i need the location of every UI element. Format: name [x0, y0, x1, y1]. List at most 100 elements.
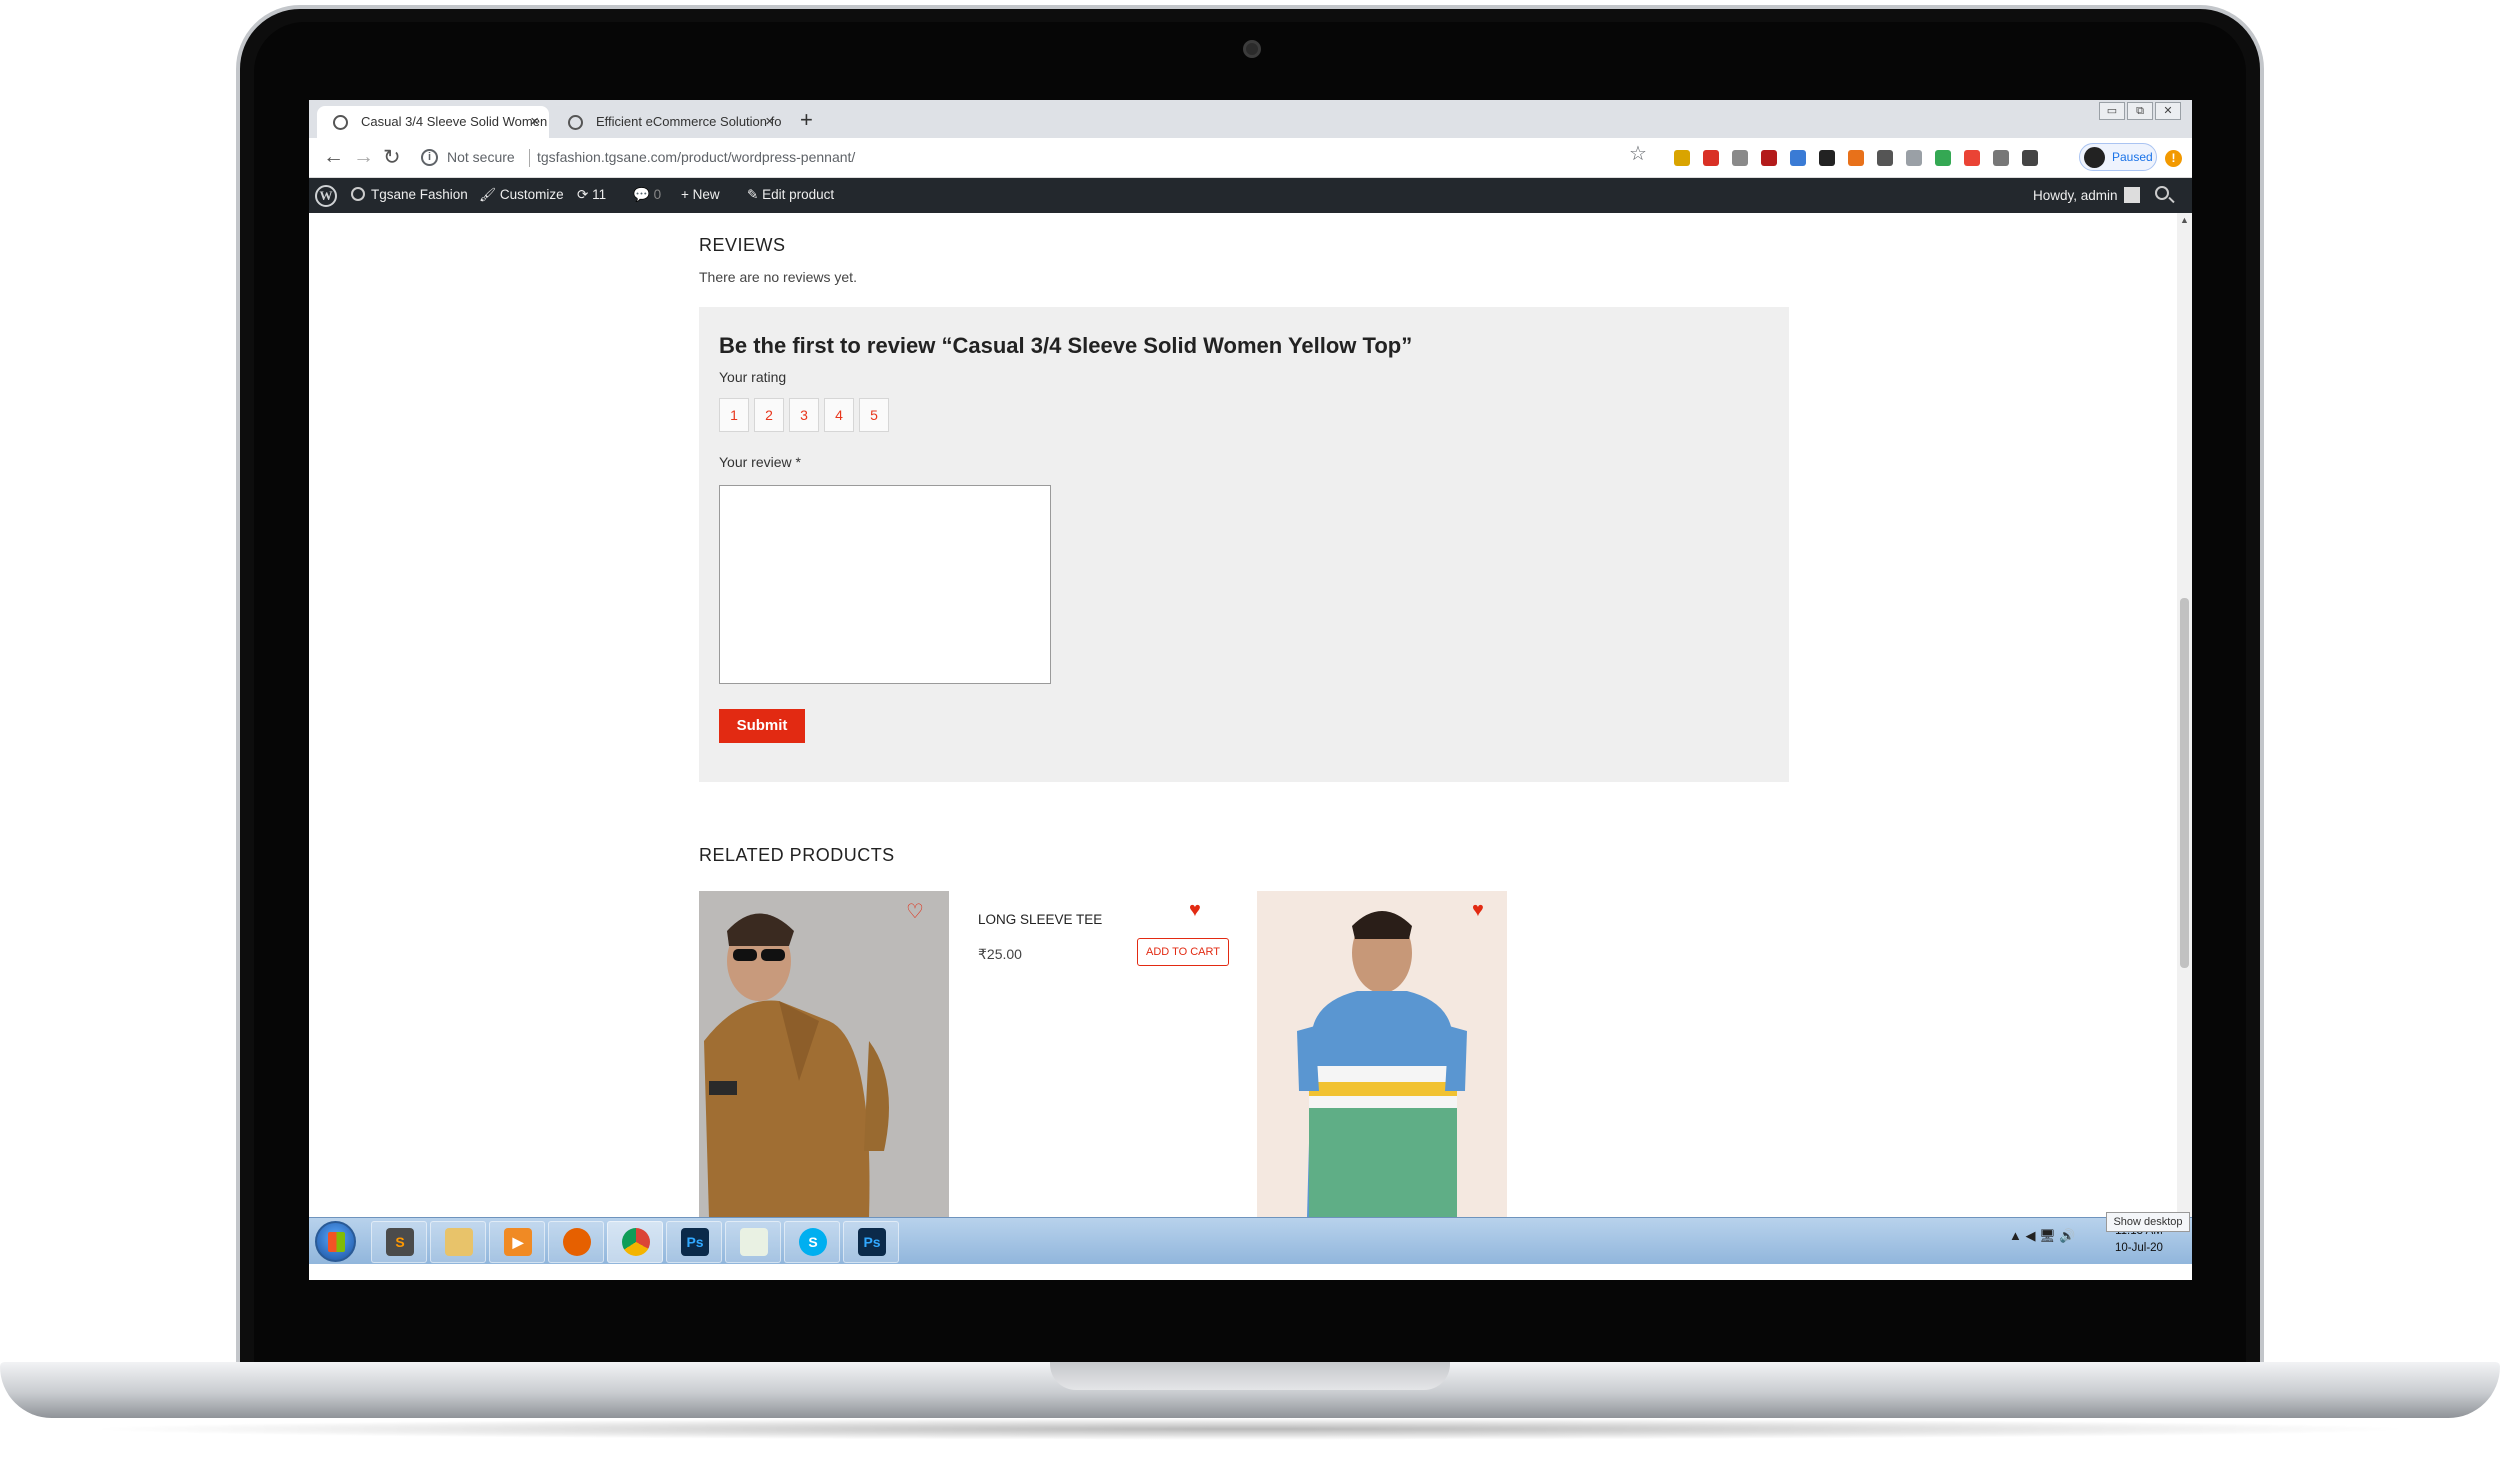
photoshop-icon: Ps — [681, 1228, 709, 1256]
pdf-extension-icon[interactable] — [1761, 150, 1777, 166]
updates-icon: ⟳ — [577, 187, 593, 202]
page-scrollbar[interactable]: ▲ — [2177, 213, 2192, 1217]
search-icon[interactable] — [2155, 186, 2169, 200]
submit-button[interactable]: Submit — [719, 709, 805, 743]
rating-option-3[interactable]: 3 — [789, 398, 819, 432]
color-extension-icon[interactable] — [1935, 150, 1951, 166]
brush-icon: 🖌 — [479, 187, 500, 202]
minimize-icon[interactable]: ▭ — [2099, 102, 2125, 120]
customize-label: Customize — [499, 187, 564, 202]
related-products-heading: RELATED PRODUCTS — [699, 845, 895, 865]
wishlist-heart-filled-icon[interactable]: ♥ — [1189, 899, 1201, 922]
forward-icon[interactable]: → — [353, 145, 374, 169]
avatar — [2123, 187, 2140, 203]
show-desktop-tooltip: Show desktop — [2106, 1212, 2190, 1232]
admin-new-link[interactable]: + New — [681, 187, 720, 202]
new-badge-extension-icon[interactable] — [1848, 150, 1864, 166]
edit-product-label: Edit product — [762, 187, 835, 202]
puzzle-extensions-icon[interactable] — [2022, 150, 2038, 166]
info-icon[interactable]: i — [421, 149, 438, 166]
security-indicator[interactable]: Not secure — [447, 149, 515, 165]
scrollbar-thumb[interactable] — [2180, 598, 2189, 968]
add-to-cart-button[interactable]: ADD TO CART — [1137, 938, 1229, 966]
browser-toolbar: ← → ↻ i Not secure tgsfashion.tgsane.com… — [309, 138, 2192, 178]
font-extension-icon[interactable] — [1877, 150, 1893, 166]
photoshop-app[interactable]: Ps — [666, 1221, 722, 1263]
sublime-icon: S — [386, 1228, 414, 1256]
browser-tabstrip: Casual 3/4 Sleeve Solid Women × Efficien… — [309, 100, 2192, 138]
media-player-app[interactable]: ▶ — [489, 1221, 545, 1263]
reload-icon[interactable]: ↻ — [383, 145, 401, 170]
admin-account-menu[interactable]: Howdy, admin — [2033, 187, 2140, 203]
wishlist-heart-filled-icon[interactable]: ♥ — [1472, 899, 1484, 922]
admin-updates-link[interactable]: ⟳ 11 — [577, 187, 606, 203]
rating-option-4[interactable]: 4 — [824, 398, 854, 432]
address-separator — [529, 149, 530, 167]
plus-icon: + — [681, 187, 693, 202]
comments-count: 0 — [653, 187, 662, 202]
greeting: Howdy, admin — [2033, 188, 2118, 203]
address-bar[interactable]: i Not secure tgsfashion.tgsane.com/produ… — [413, 143, 1703, 173]
camera-extension-icon[interactable] — [1732, 150, 1748, 166]
tab-efficient-ecommerce[interactable]: Efficient eCommerce Solution fo × — [552, 106, 784, 138]
tab-product[interactable]: Casual 3/4 Sleeve Solid Women × — [317, 106, 549, 138]
brown-shirt-model-image — [699, 891, 949, 1218]
skype-app[interactable]: S — [784, 1221, 840, 1263]
screenshot-extension-icon[interactable] — [1819, 150, 1835, 166]
photoshop-app-2[interactable]: Ps — [843, 1221, 899, 1263]
rating-label: Your rating — [719, 369, 787, 385]
rating-option-2[interactable]: 2 — [754, 398, 784, 432]
wishlist-heart-outline-icon[interactable]: ♡ — [906, 899, 924, 924]
wordpress-logo-icon[interactable]: W — [315, 185, 337, 207]
product-image-brown-shirt[interactable] — [699, 891, 949, 1218]
new-tab-button[interactable]: + — [800, 107, 813, 133]
download-extension-icon[interactable] — [1790, 150, 1806, 166]
window-close-icon[interactable]: ✕ — [2155, 102, 2181, 120]
url-text[interactable]: tgsfashion.tgsane.com/product/wordpress-… — [537, 149, 855, 165]
product-price: ₹25.00 — [978, 946, 1022, 962]
webcam-icon — [1243, 40, 1261, 58]
firefox-icon — [563, 1228, 591, 1256]
dashboard-icon — [351, 187, 365, 201]
page-content: REVIEWS There are no reviews yet. Be the… — [309, 213, 2177, 1218]
arrows-extension-icon[interactable] — [1964, 150, 1980, 166]
car-extension-icon[interactable] — [1703, 150, 1719, 166]
product-name[interactable]: LONG SLEEVE TEE — [978, 912, 1102, 927]
close-tab-icon[interactable]: × — [765, 106, 774, 138]
admin-edit-product-link[interactable]: ✎ Edit product — [747, 187, 834, 203]
chrome-app[interactable] — [607, 1221, 663, 1263]
bookmark-star-icon[interactable]: ☆ — [1629, 141, 1647, 166]
review-form: Be the first to review “Casual 3/4 Sleev… — [699, 307, 1789, 782]
rating-option-1[interactable]: 1 — [719, 398, 749, 432]
chrome-icon — [622, 1228, 650, 1256]
admin-comments-link[interactable]: 💬 0 — [633, 187, 661, 203]
restore-icon[interactable]: ⧉ — [2127, 102, 2153, 120]
system-tray-icons[interactable]: ▲ ◀ 🖥 🔊 — [2009, 1228, 2075, 1244]
update-alert-icon[interactable]: ! — [2165, 150, 2182, 167]
rating-option-5[interactable]: 5 — [859, 398, 889, 432]
tab-title: Efficient eCommerce Solution fo — [596, 114, 782, 129]
admin-customize-link[interactable]: 🖌 Customize — [479, 187, 564, 203]
updates-count: 11 — [592, 187, 607, 202]
start-icon[interactable] — [315, 1221, 356, 1262]
close-tab-icon[interactable]: × — [530, 106, 539, 138]
explorer-icon — [445, 1228, 473, 1256]
back-icon[interactable]: ← — [323, 145, 344, 169]
pencil-extension-icon[interactable] — [1674, 150, 1690, 166]
charts-app[interactable] — [725, 1221, 781, 1263]
tab-title: Casual 3/4 Sleeve Solid Women — [361, 114, 548, 129]
firefox-app[interactable] — [548, 1221, 604, 1263]
wp-admin-bar: W Tgsane Fashion 🖌 Customize ⟳ 11 💬 0 + … — [309, 178, 2192, 213]
profile-button[interactable]: Paused — [2079, 143, 2157, 171]
media-player-icon: ▶ — [504, 1228, 532, 1256]
window-extension-icon[interactable] — [1993, 150, 2009, 166]
file-explorer-app[interactable] — [430, 1221, 486, 1263]
scroll-up-icon[interactable]: ▲ — [2180, 215, 2189, 225]
text-extension-icon[interactable] — [1906, 150, 1922, 166]
no-reviews-message: There are no reviews yet. — [699, 269, 857, 285]
avatar — [2084, 147, 2105, 168]
review-textarea[interactable] — [719, 485, 1051, 684]
sublime-text-app[interactable]: S — [371, 1221, 427, 1263]
product-image-striped-polo[interactable] — [1257, 891, 1507, 1218]
admin-site-link[interactable]: Tgsane Fashion — [351, 187, 468, 202]
